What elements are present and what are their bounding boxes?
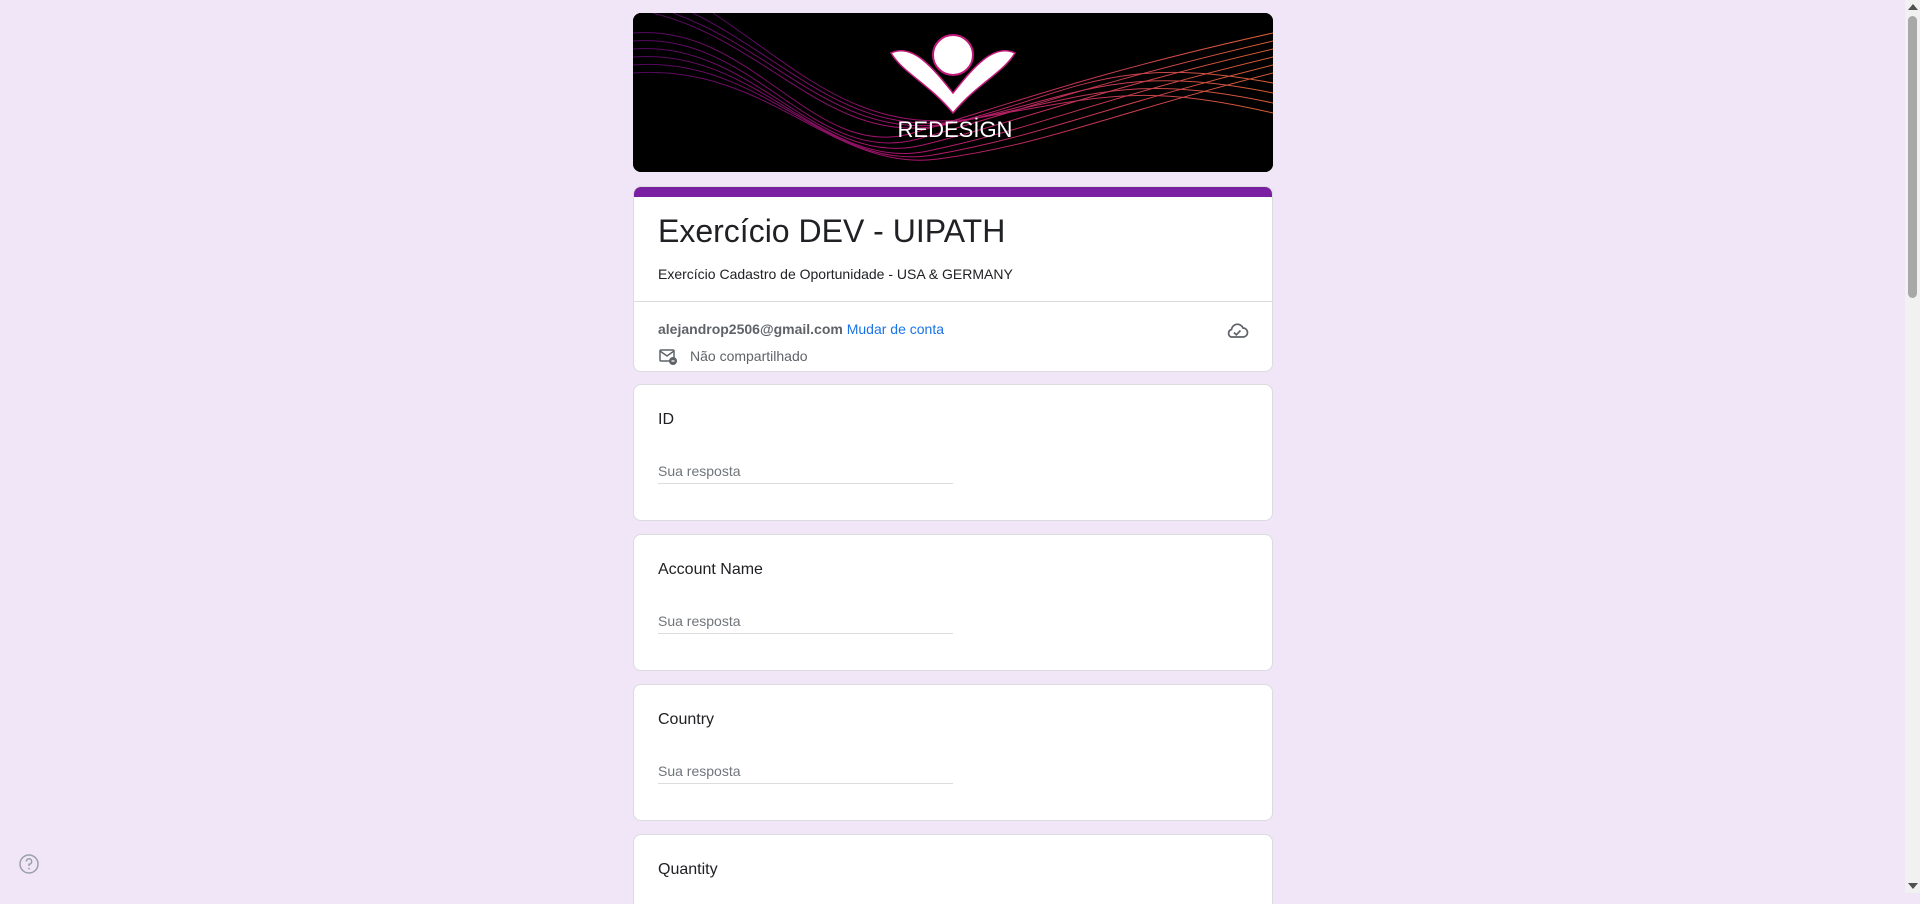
scroll-up-arrow[interactable] — [1908, 4, 1918, 10]
question-title: Country — [658, 711, 715, 728]
answer-input-id[interactable] — [658, 459, 953, 484]
question-title: Quantity — [658, 861, 718, 878]
switch-account-link[interactable]: Mudar de conta — [847, 321, 944, 337]
account-email: alejandrop2506@gmail.com — [658, 321, 843, 337]
question-card-quantity: Quantity — [633, 834, 1273, 904]
form-header-card: Exercício DEV - UIPATH Exercício Cadastr… — [633, 186, 1273, 372]
account-line: alejandrop2506@gmail.com Mudar de conta — [658, 321, 944, 337]
scroll-down-arrow[interactable] — [1908, 883, 1918, 889]
question-card-id: ID — [633, 384, 1273, 521]
svg-text:REDESİGN: REDESİGN — [898, 117, 1013, 142]
banner-waves-image: REDESİGN — [633, 13, 1273, 172]
cloud-check-icon[interactable] — [1224, 318, 1250, 344]
form-banner: REDESİGN — [633, 13, 1273, 172]
question-card-account-name: Account Name — [633, 534, 1273, 671]
mail-shared-icon — [658, 346, 678, 366]
form-container: REDESİGN Exercício DEV - UIPATH Exercíci… — [633, 13, 1273, 904]
form-title: Exercício DEV - UIPATH — [658, 213, 1006, 249]
answer-input-country[interactable] — [658, 759, 953, 784]
question-title: Account Name — [658, 561, 763, 578]
question-card-country: Country — [633, 684, 1273, 821]
share-status: Não compartilhado — [658, 346, 808, 366]
question-title: ID — [658, 411, 674, 428]
help-icon[interactable] — [18, 853, 40, 875]
header-divider — [634, 301, 1272, 302]
scrollbar-thumb[interactable] — [1908, 16, 1917, 298]
answer-input-account-name[interactable] — [658, 609, 953, 634]
not-shared-label: Não compartilhado — [690, 348, 808, 364]
form-accent-bar — [634, 187, 1272, 197]
page-scrollbar[interactable] — [1905, 0, 1920, 893]
form-description: Exercício Cadastro de Oportunidade - USA… — [658, 266, 1013, 282]
